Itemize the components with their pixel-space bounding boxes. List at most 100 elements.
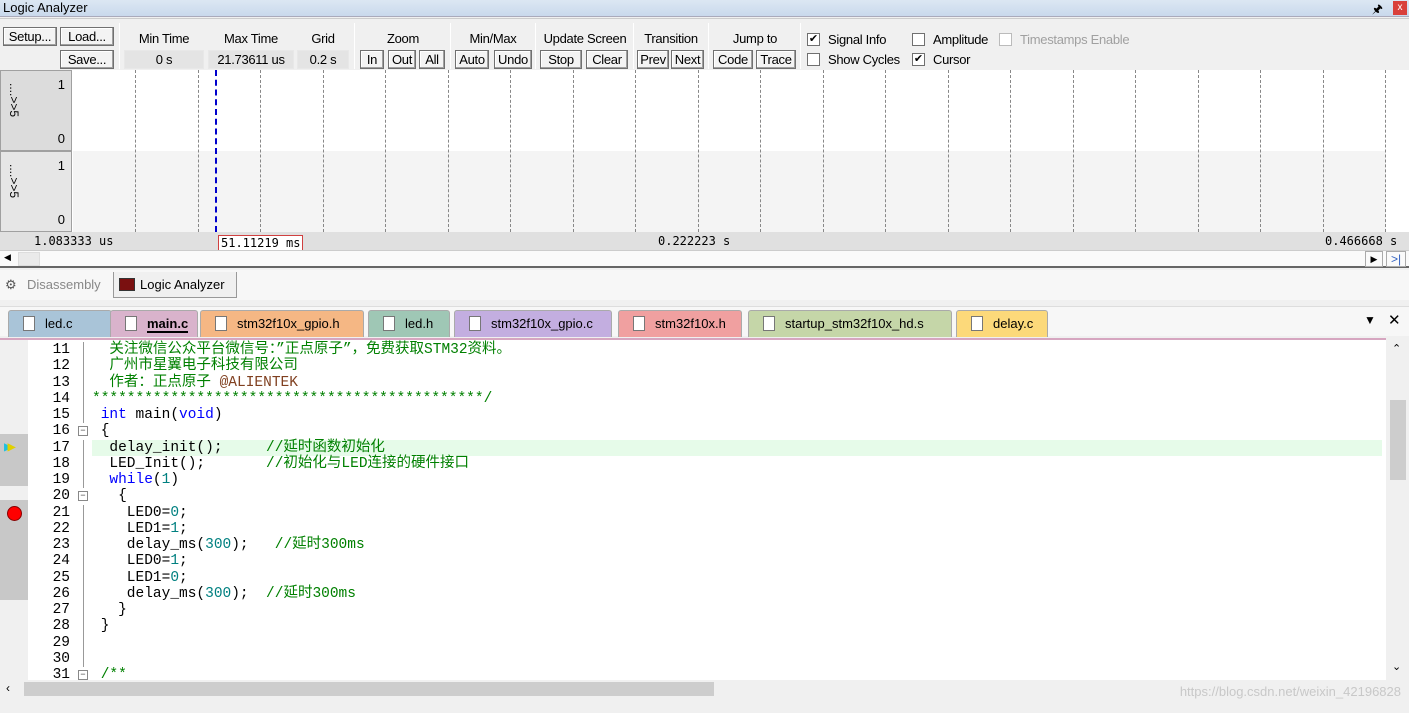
code-line[interactable]: 13 作者：正点原子 @ALIENTEK [0, 374, 1386, 391]
line-number: 25 [52, 569, 70, 586]
tab-label: stm32f10x.h [655, 316, 726, 331]
next-button[interactable]: Next [671, 50, 704, 69]
code-line[interactable]: 16− { [0, 423, 1386, 439]
show-cycles-checkbox[interactable] [807, 53, 820, 66]
scroll-end-icon[interactable]: >| [1386, 251, 1406, 267]
grid-line [760, 70, 761, 232]
code-line[interactable]: 11 关注微信公众平台微信号：”正点原子”，免费获取STM32资料。 [0, 342, 1386, 359]
tab-logic-analyzer[interactable]: Logic Analyzer [113, 272, 237, 298]
code-line[interactable]: 12 广州市星翼电子科技有限公司 [0, 358, 1386, 375]
code-line[interactable]: 29 [0, 634, 1386, 651]
grid-line [260, 70, 261, 232]
code-line[interactable]: 19 while(1) [0, 472, 1386, 489]
code-line[interactable]: 24 LED0=1; [0, 553, 1386, 570]
signal-name: ....>>5 [7, 83, 21, 118]
jump-code-button[interactable]: Code [713, 50, 753, 69]
scroll-right-icon[interactable]: ▶ [1365, 251, 1383, 267]
code-line[interactable]: ▶▶ 17 delay_init(); //延时函数初始化 [0, 439, 1386, 456]
auto-button[interactable]: Auto [455, 50, 489, 69]
code-line[interactable]: 15 int main(void) [0, 407, 1386, 424]
signal-info-checkbox[interactable]: ✔ [807, 33, 820, 46]
signal-trace-2 [73, 151, 1386, 232]
setup-button[interactable]: Setup... [3, 27, 57, 46]
tab-label: stm32f10x_gpio.c [491, 316, 593, 331]
file-tab-stm32f10x-gpio-h[interactable]: stm32f10x_gpio.h [200, 310, 364, 337]
editor-vertical-scrollbar[interactable]: ⌃ ⌄ [1386, 338, 1409, 680]
tab-label: main.c [147, 316, 189, 333]
waveform-scrollbar[interactable]: ◀ ▶ >| [0, 250, 1409, 268]
editor-horizontal-scrollbar[interactable]: ‹ [0, 680, 1386, 698]
line-number: 15 [52, 407, 70, 423]
minmax-label: Min/Max [469, 31, 517, 46]
signal-label-2[interactable]: ....>>5 1 0 [0, 151, 72, 232]
code-line[interactable]: 28 } [0, 618, 1386, 635]
code-line[interactable]: 21 LED0=0; [0, 504, 1386, 521]
file-tab-stm32f10x-gpio-c[interactable]: stm32f10x_gpio.c [454, 310, 612, 337]
tab-label: startup_stm32f10x_hd.s [785, 316, 924, 331]
load-button[interactable]: Load... [60, 27, 114, 46]
code-line[interactable]: 20− { [0, 488, 1386, 504]
zoom-all-button[interactable]: All [419, 50, 445, 69]
line-number: 27 [52, 602, 70, 618]
file-tab-delay-c[interactable]: delay.c [956, 310, 1048, 337]
line-number: 16 [52, 423, 70, 440]
line-number: 24 [52, 553, 70, 570]
code-line[interactable]: 27 } [0, 602, 1386, 619]
stop-button[interactable]: Stop [540, 50, 582, 69]
signal-name: ....>>5 [7, 164, 21, 199]
signal-info-label: Signal Info [828, 32, 887, 47]
scroll-up-icon[interactable]: ⌃ [1392, 342, 1401, 355]
breakpoint-icon[interactable] [7, 505, 22, 521]
cursor-checkbox[interactable]: ✔ [912, 53, 925, 66]
close-icon[interactable]: x [1393, 1, 1407, 15]
tab-disassembly[interactable]: ⚙ Disassembly [2, 272, 101, 298]
cursor-line[interactable] [215, 70, 217, 232]
signal-high: 1 [57, 77, 65, 92]
fold-toggle-icon[interactable]: − [78, 491, 88, 502]
waveform-area[interactable]: ....>>5 1 0 ....>>5 1 0 [0, 70, 1409, 232]
file-tab-led-c[interactable]: led.c [8, 310, 112, 337]
code-line[interactable]: 23 delay_ms(300); //延时300ms [0, 537, 1386, 554]
jump-trace-button[interactable]: Trace [756, 50, 796, 69]
file-tab-led-h[interactable]: led.h [368, 310, 450, 337]
file-tab-startup-stm32f10x-hd-s[interactable]: startup_stm32f10x_hd.s [748, 310, 952, 337]
scroll-left-icon[interactable]: ◀ [4, 252, 11, 263]
watermark: https://blog.csdn.net/weixin_42196828 [1179, 684, 1401, 699]
scroll-thumb[interactable] [1390, 400, 1406, 480]
code-line[interactable]: 31− /** [0, 667, 1386, 680]
grid-line [135, 70, 136, 232]
tab-label: delay.c [993, 316, 1034, 331]
code-line[interactable]: 14 **************************************… [0, 390, 1386, 407]
file-tab-stm32f10x-h[interactable]: stm32f10x.h [618, 310, 742, 337]
grid-line [822, 70, 824, 232]
scroll-thumb[interactable] [18, 252, 40, 266]
code-editor[interactable]: 11 关注微信公众平台微信号：”正点原子”，免费获取STM32资料。 12 广州市… [0, 338, 1386, 680]
prev-button[interactable]: Prev [637, 50, 669, 69]
close-tab-icon[interactable]: ✕ [1388, 311, 1401, 329]
clear-button[interactable]: Clear [586, 50, 628, 69]
undo-button[interactable]: Undo [494, 50, 532, 69]
save-button[interactable]: Save... [60, 50, 114, 69]
signal-label-1[interactable]: ....>>5 1 0 [0, 70, 72, 151]
scroll-left-icon[interactable]: ‹ [6, 681, 10, 695]
code-text: LED0=1; [92, 553, 188, 570]
line-number: 14 [52, 390, 70, 407]
tab-list-dropdown-icon[interactable]: ▼ [1364, 313, 1376, 327]
scroll-thumb[interactable] [24, 682, 714, 696]
fold-toggle-icon[interactable]: − [78, 670, 88, 680]
code-line[interactable]: 25 LED1=0; [0, 569, 1386, 586]
fold-toggle-icon[interactable]: − [78, 426, 88, 437]
max-time-label: Max Time [224, 31, 278, 46]
line-number: 26 [52, 585, 70, 602]
code-line[interactable]: 22 LED1=1; [0, 520, 1386, 537]
scroll-down-icon[interactable]: ⌄ [1392, 660, 1401, 673]
code-line[interactable]: 26 delay_ms(300); //延时300ms [0, 585, 1386, 602]
file-tab-main-c[interactable]: main.c [110, 310, 198, 337]
tab-label: led.h [405, 316, 434, 331]
code-line[interactable]: 18 LED_Init(); //初始化与LED连接的硬件接口 [0, 455, 1386, 472]
amplitude-checkbox[interactable] [912, 33, 925, 46]
grid-value: 0.2 s [297, 50, 349, 69]
code-line[interactable]: 30 [0, 650, 1386, 667]
zoom-out-button[interactable]: Out [388, 50, 416, 69]
zoom-in-button[interactable]: In [360, 50, 384, 69]
